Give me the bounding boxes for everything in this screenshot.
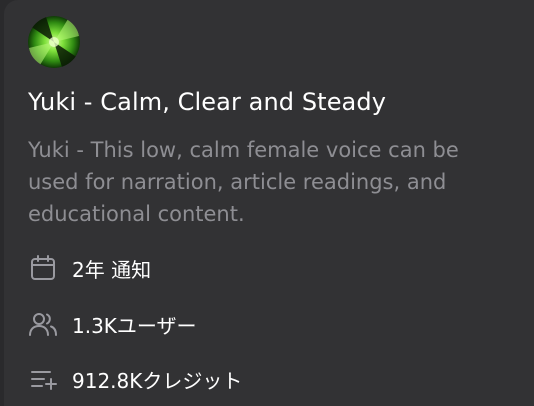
playlist-add-icon	[28, 364, 58, 394]
meta-users-text: 1.3Kユーザー	[72, 313, 197, 338]
meta-age-text: 2年 通知	[72, 257, 152, 282]
meta-age-row: 2年 通知	[28, 253, 151, 283]
meta-credits-text: 912.8Kクレジット	[72, 368, 243, 393]
voice-avatar	[28, 16, 80, 68]
meta-credits-row: 912.8Kクレジット	[28, 364, 242, 394]
calendar-icon	[28, 253, 58, 283]
users-icon	[28, 309, 58, 339]
voice-description: Yuki - This low, calm female voice can b…	[28, 138, 459, 226]
meta-users-row: 1.3Kユーザー	[28, 309, 197, 339]
green-swirl-avatar-icon	[28, 16, 80, 68]
voice-tooltip-card: Yuki - Calm, Clear and Steady Yuki - Thi…	[4, 0, 534, 406]
voice-title: Yuki - Calm, Clear and Steady	[28, 88, 387, 116]
